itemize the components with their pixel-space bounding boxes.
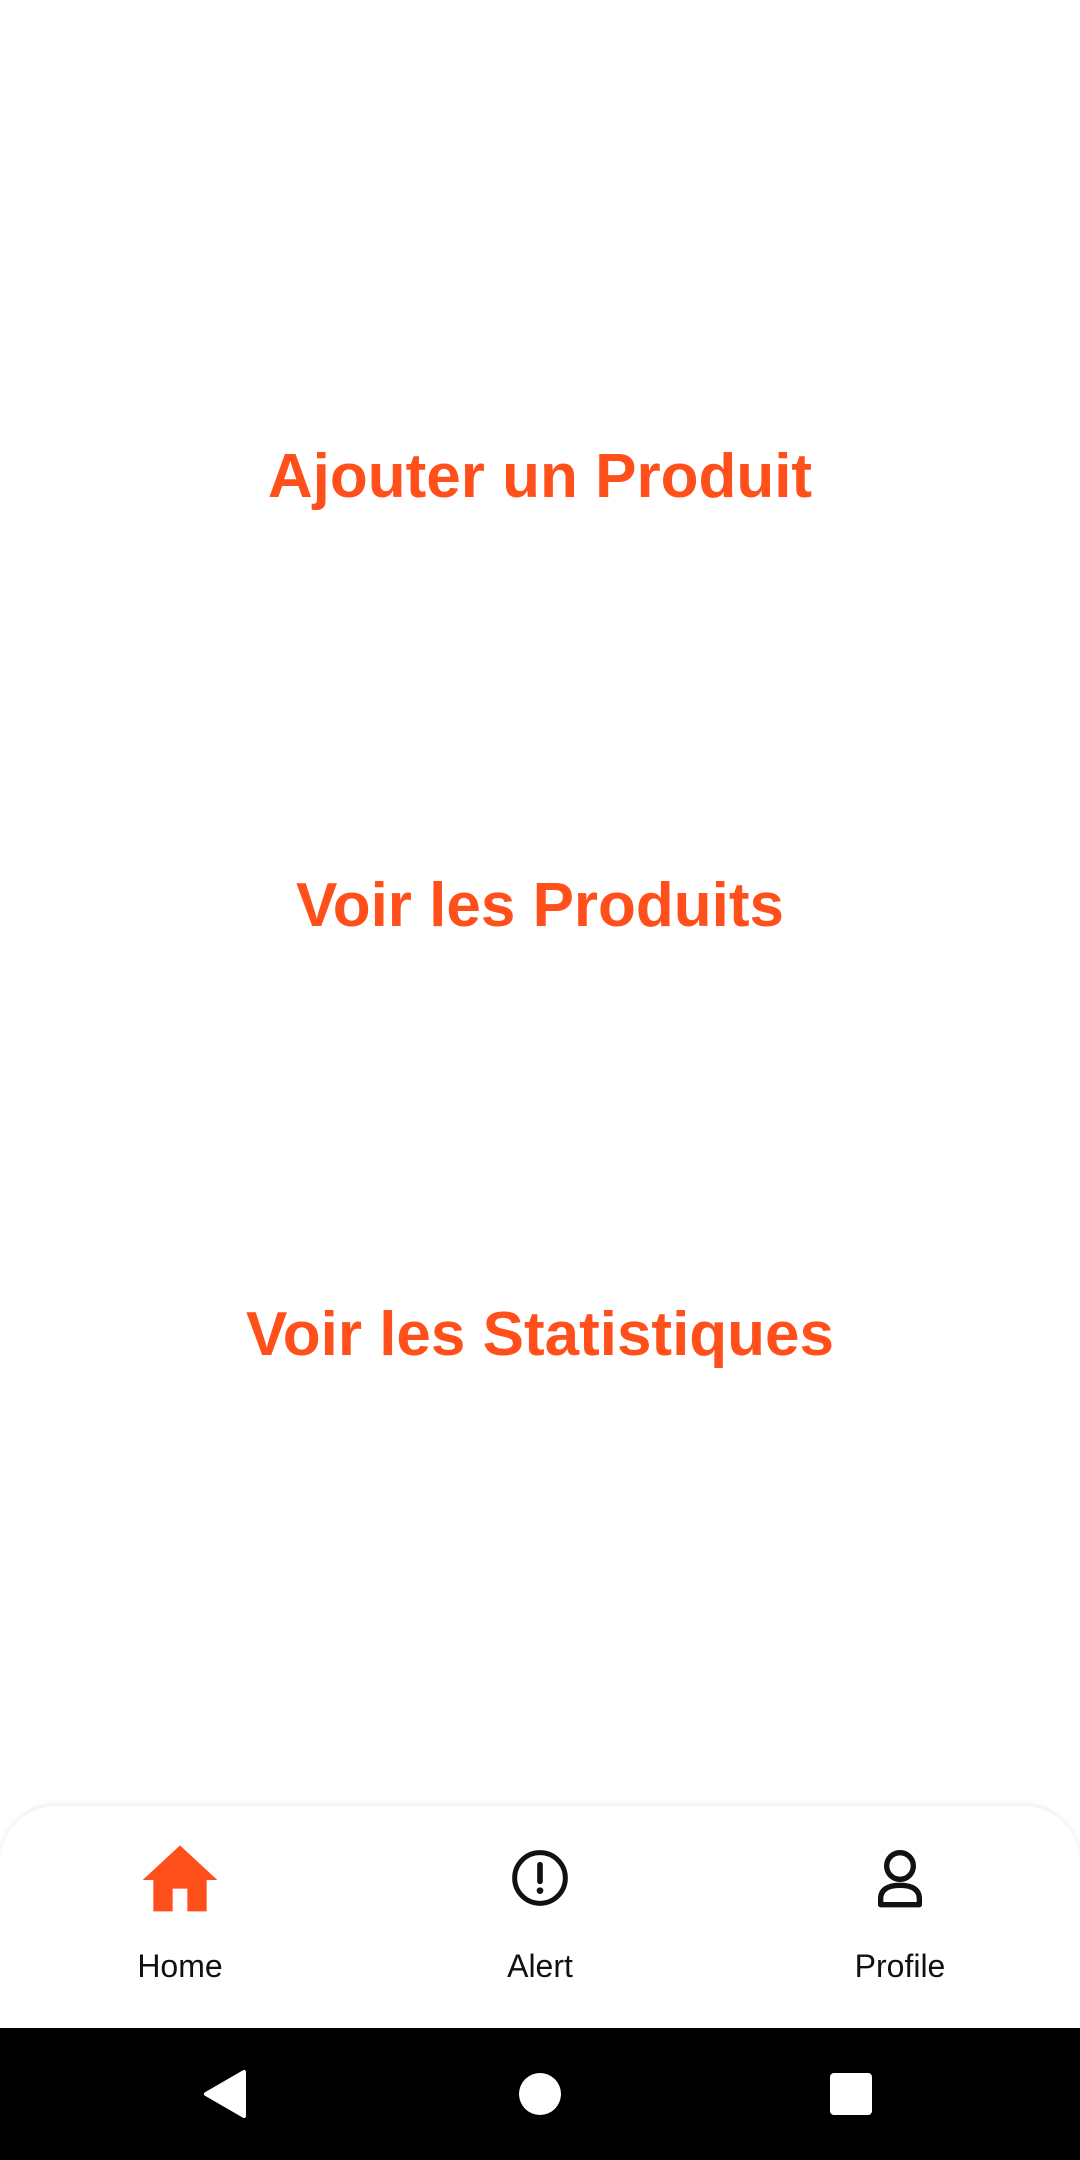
user-icon (860, 1838, 940, 1918)
nav-label-home: Home (137, 1948, 223, 1984)
back-triangle-icon[interactable] (196, 2064, 256, 2124)
view-statistics-button[interactable]: Voir les Statistiques (0, 1295, 1080, 1375)
nav-item-alert[interactable]: Alert (360, 1806, 720, 2028)
bottom-navigation-bar: Home Alert Profile (0, 1806, 1080, 2028)
nav-label-alert: Alert (507, 1948, 573, 1984)
add-product-button[interactable]: Ajouter un Produit (0, 437, 1080, 517)
alert-circle-icon (500, 1838, 580, 1918)
nav-item-profile[interactable]: Profile (720, 1806, 1080, 2028)
nav-item-home[interactable]: Home (0, 1806, 360, 2028)
home-screen: Ajouter un Produit Voir les Produits Voi… (0, 0, 1080, 2160)
home-icon (140, 1838, 220, 1918)
nav-label-profile: Profile (854, 1948, 946, 1984)
view-products-button[interactable]: Voir les Produits (0, 866, 1080, 946)
recents-square-icon[interactable] (821, 2064, 881, 2124)
home-circle-icon[interactable] (510, 2064, 570, 2124)
system-navigation-bar (0, 2028, 1080, 2160)
